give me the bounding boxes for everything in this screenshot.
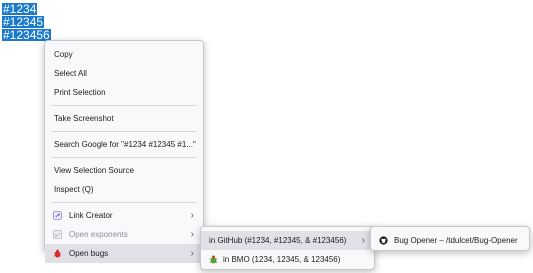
selection-line-1[interactable]: #1234 [2,3,38,15]
selected-text: #1234 #12345 #123456 [2,3,51,42]
menu-separator [51,202,197,203]
print-selection-label: Print Selection [54,88,106,97]
bmo-bug-icon [209,255,218,264]
submenu-item-bug-opener[interactable]: Bug Opener – /tdulcet/Bug-Opener [371,231,529,250]
link-creator-label: Link Creator [69,211,113,220]
copy-label: Copy [54,50,73,59]
menu-item-search-google[interactable]: Search Google for "#1234 #12345 #1..." [45,135,203,154]
menu-separator [51,105,197,106]
take-screenshot-label: Take Screenshot [54,114,114,123]
menu-item-view-selection-source[interactable]: View Selection Source [45,161,203,180]
menu-separator [51,131,197,132]
open-bugs-label: Open bugs [69,249,109,258]
bug-icon [53,249,62,258]
svg-text:x²: x² [55,232,60,239]
selection-line-3[interactable]: #123456 [2,29,51,41]
chevron-right-icon: › [361,235,365,246]
menu-item-link-creator[interactable]: Link Creator › [45,206,203,225]
exponents-icon: x² [53,230,62,239]
github-label: in GitHub (#1234, #12345, & #123456) [209,236,347,245]
menu-item-copy[interactable]: Copy [45,45,203,64]
chevron-right-icon: › [190,210,194,221]
submenu-item-bmo[interactable]: in BMO (1234, 12345, & 123456) [201,250,374,269]
bmo-label: in BMO (1234, 12345, & 123456) [223,255,341,264]
select-all-label: Select All [54,69,87,78]
menu-item-print-selection[interactable]: Print Selection [45,83,203,102]
menu-item-inspect[interactable]: Inspect (Q) [45,180,203,199]
bug-opener-label: Bug Opener – /tdulcet/Bug-Opener [394,236,518,245]
context-menu: Copy Select All Print Selection Take Scr… [44,40,204,263]
menu-item-select-all[interactable]: Select All [45,64,203,83]
menu-item-open-exponents: x² Open exponents › [45,225,203,244]
selection-line-2[interactable]: #12345 [2,16,45,28]
github-submenu: Bug Opener – /tdulcet/Bug-Opener [370,226,530,251]
open-exponents-label: Open exponents [69,230,128,239]
github-icon [379,236,388,245]
menu-item-take-screenshot[interactable]: Take Screenshot [45,109,203,128]
menu-separator [51,157,197,158]
chevron-right-icon: › [190,229,194,240]
open-bugs-submenu: in GitHub (#1234, #12345, & #123456) › i… [200,226,375,270]
chevron-right-icon: › [190,248,194,259]
menu-item-open-bugs[interactable]: Open bugs › [45,244,203,263]
view-selection-source-label: View Selection Source [54,166,134,175]
search-google-label: Search Google for "#1234 #12345 #1..." [54,140,196,149]
inspect-label: Inspect (Q) [54,185,94,194]
link-creator-icon [53,211,62,220]
submenu-item-github[interactable]: in GitHub (#1234, #12345, & #123456) › [201,231,374,250]
